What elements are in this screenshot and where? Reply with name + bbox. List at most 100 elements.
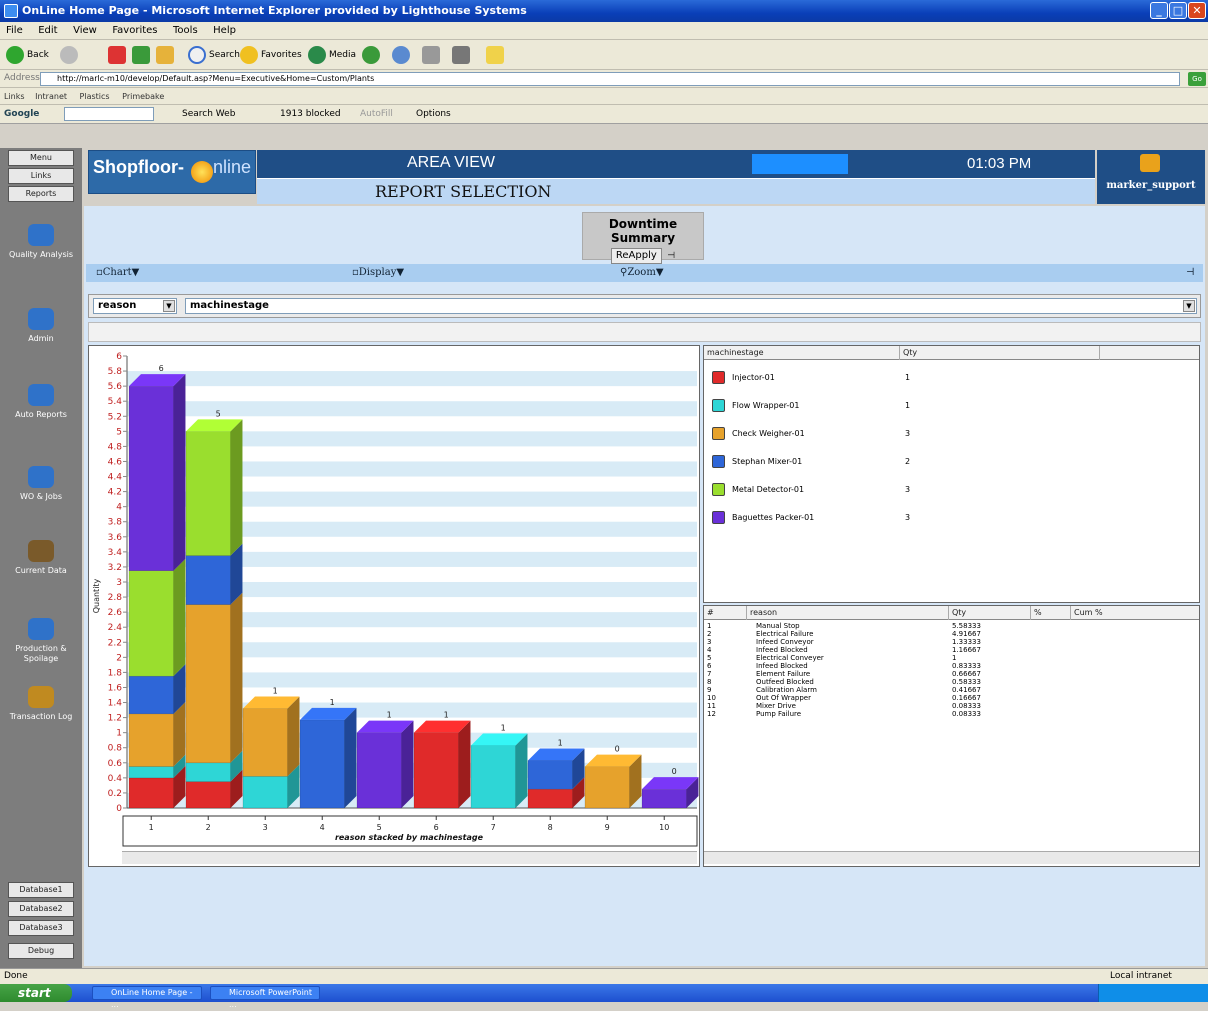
refresh-button[interactable] xyxy=(132,45,150,65)
bar-segment xyxy=(242,708,288,777)
maximize-icon[interactable]: □ xyxy=(1169,2,1187,19)
menu-favorites[interactable]: Favorites xyxy=(106,22,163,40)
task-powerpoint[interactable]: Microsoft PowerPoint ... xyxy=(210,986,320,1009)
table-row[interactable]: 11 Mixer Drive 0.08333 xyxy=(704,702,1199,710)
google-options[interactable]: Options xyxy=(416,105,451,124)
table-horizontal-scrollbar[interactable] xyxy=(704,851,1199,864)
legend-name: Check Weigher-01 xyxy=(732,429,805,438)
nav-current-data[interactable]: Current Data xyxy=(0,540,82,576)
nav-database2-button[interactable]: Database2 xyxy=(8,901,74,917)
link-primebake[interactable]: Primebake xyxy=(122,92,164,101)
search-button[interactable]: Search xyxy=(188,45,240,65)
nav-admin[interactable]: Admin xyxy=(0,308,82,344)
y-tick-label: 3.4 xyxy=(108,548,123,558)
group-by-select[interactable]: reason ▼ xyxy=(93,298,177,314)
close-icon[interactable]: ✕ xyxy=(1188,2,1206,19)
chevron-down-icon: ▼ xyxy=(1183,300,1195,312)
reapply-button[interactable]: ReApply xyxy=(610,248,662,264)
home-button[interactable] xyxy=(156,45,174,65)
media-button[interactable]: Media xyxy=(308,45,356,65)
stop-icon xyxy=(108,46,126,64)
table-row[interactable]: 2 Electrical Failure 4.91667 xyxy=(704,630,1199,638)
task-online-home[interactable]: OnLine Home Page - ... xyxy=(92,986,202,1009)
table-row[interactable]: 12 Pump Failure 0.08333 xyxy=(704,710,1199,718)
zoom-menu[interactable]: ⚲Zoom▼ xyxy=(620,264,664,282)
go-button[interactable]: Go xyxy=(1188,72,1206,86)
bar-segment xyxy=(185,762,231,782)
table-row[interactable]: 3 Infeed Conveyor 1.33333 xyxy=(704,638,1199,646)
nav-debug-button[interactable]: Debug xyxy=(8,943,74,959)
nav-transaction-log[interactable]: Transaction Log xyxy=(0,686,82,722)
nav-menu-button[interactable]: Menu xyxy=(8,150,74,166)
print-button[interactable] xyxy=(422,45,440,65)
popup-blocked[interactable]: 1913 blocked xyxy=(280,105,341,124)
legend-row[interactable]: Flow Wrapper-01 1 xyxy=(712,398,1192,414)
menu-tools[interactable]: Tools xyxy=(167,22,204,40)
table-row[interactable]: 5 Electrical Conveyer 1 xyxy=(704,654,1199,662)
messenger-button[interactable] xyxy=(486,45,504,65)
bar-segment xyxy=(128,385,174,571)
y-tick-label: 1.8 xyxy=(108,668,123,678)
nav-wo-jobs[interactable]: WO & Jobs xyxy=(0,466,82,502)
media-icon xyxy=(308,46,326,64)
col-qty[interactable]: Qty xyxy=(899,346,917,360)
favorites-button[interactable]: Favorites xyxy=(240,45,302,65)
stop-button[interactable] xyxy=(108,45,126,65)
logo-o-icon xyxy=(191,161,213,183)
legend-row[interactable]: Check Weigher-01 3 xyxy=(712,426,1192,442)
link-intranet[interactable]: Intranet xyxy=(35,92,67,101)
table-row[interactable]: 6 Infeed Blocked 0.83333 xyxy=(704,662,1199,670)
display-menu[interactable]: ▫Display▼ xyxy=(352,264,404,282)
google-search-input[interactable] xyxy=(64,107,154,121)
col-number[interactable]: # xyxy=(704,606,714,620)
table-row[interactable]: 9 Calibration Alarm 0.41667 xyxy=(704,686,1199,694)
google-search-web[interactable]: Search Web xyxy=(182,105,235,124)
options-pin-icon[interactable]: ⊣ xyxy=(1186,264,1195,282)
nav-reports-button[interactable]: Reports xyxy=(8,186,74,202)
row-reason: Electrical Failure xyxy=(756,630,814,638)
nav-database3-button[interactable]: Database3 xyxy=(8,920,74,936)
subheader-bar: REPORT SELECTION xyxy=(257,178,1095,204)
forward-arrow-icon xyxy=(60,46,78,64)
bar-segment-side xyxy=(287,696,300,777)
autofill[interactable]: AutoFill xyxy=(360,105,393,124)
chart-horizontal-scrollbar[interactable] xyxy=(122,851,697,864)
table-row[interactable]: 4 Infeed Blocked 1.16667 xyxy=(704,646,1199,654)
address-input[interactable]: http://marlc-m10/develop/Default.asp?Men… xyxy=(40,72,1180,86)
legend-row[interactable]: Injector-01 1 xyxy=(712,370,1192,386)
col-machinestage[interactable]: machinestage xyxy=(704,346,764,360)
menu-help[interactable]: Help xyxy=(207,22,242,40)
nav-links-button[interactable]: Links xyxy=(8,168,74,184)
table-row[interactable]: 7 Element Failure 0.66667 xyxy=(704,670,1199,678)
menu-view[interactable]: View xyxy=(67,22,103,40)
minimize-icon[interactable]: _ xyxy=(1150,2,1168,19)
back-button[interactable]: Back xyxy=(6,45,49,65)
forward-button[interactable] xyxy=(60,45,78,65)
nav-database1-button[interactable]: Database1 xyxy=(8,882,74,898)
menu-file[interactable]: File xyxy=(0,22,29,40)
menu-edit[interactable]: Edit xyxy=(32,22,63,40)
history-button[interactable] xyxy=(362,45,380,65)
pin-icon[interactable]: ⊣ xyxy=(667,251,675,261)
table-row[interactable]: 8 Outfeed Blocked 0.58333 xyxy=(704,678,1199,686)
col-reason[interactable]: reason xyxy=(746,606,777,620)
nav-auto-reports[interactable]: Auto Reports xyxy=(0,384,82,420)
stack-by-select[interactable]: machinestage ▼ xyxy=(185,298,1197,314)
col-percent[interactable]: % xyxy=(1030,606,1042,620)
table-row[interactable]: 1 Manual Stop 5.58333 xyxy=(704,622,1199,630)
legend-row[interactable]: Baguettes Packer-01 3 xyxy=(712,510,1192,526)
nav-quality-analysis[interactable]: Quality Analysis xyxy=(0,224,82,260)
mail-button[interactable] xyxy=(392,45,410,65)
nav-production-spoilage[interactable]: Production & Spoilage xyxy=(0,618,82,664)
table-row[interactable]: 10 Out Of Wrapper 0.16667 xyxy=(704,694,1199,702)
row-qty: 0.83333 xyxy=(952,662,981,670)
edit-button[interactable] xyxy=(452,45,470,65)
col-qty[interactable]: Qty xyxy=(948,606,966,620)
key-icon[interactable] xyxy=(1140,154,1160,172)
legend-row[interactable]: Stephan Mixer-01 2 xyxy=(712,454,1192,470)
col-cum-percent[interactable]: Cum % xyxy=(1070,606,1103,620)
start-button[interactable]: start xyxy=(0,984,72,1002)
link-plastics[interactable]: Plastics xyxy=(80,92,110,101)
legend-row[interactable]: Metal Detector-01 3 xyxy=(712,482,1192,498)
chart-menu[interactable]: ▫Chart▼ xyxy=(96,264,139,282)
